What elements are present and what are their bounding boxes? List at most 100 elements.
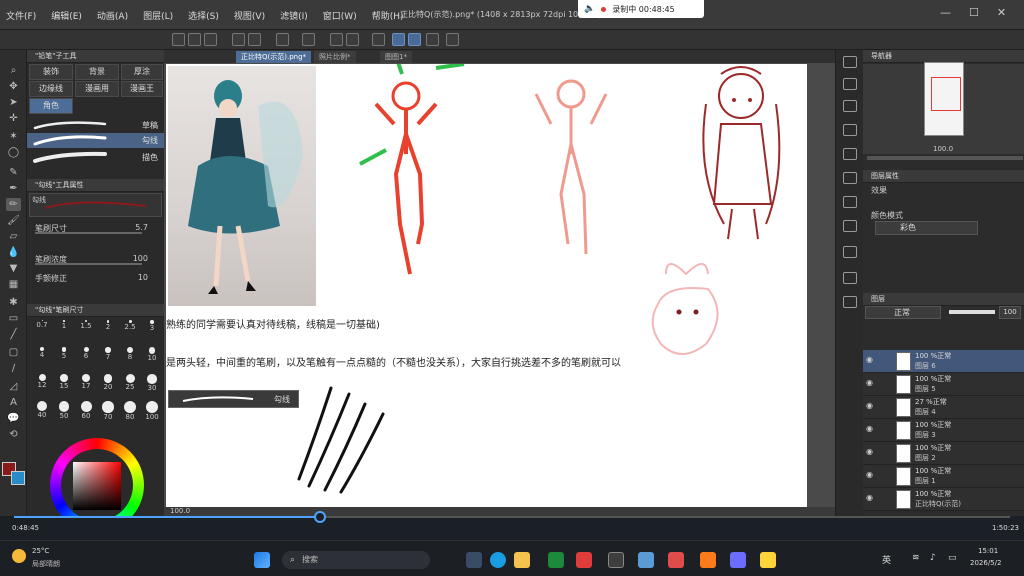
menu-edit[interactable]: 编辑(E) [51, 9, 82, 22]
special-ruler-icon[interactable] [408, 33, 421, 46]
menu-view[interactable]: 视图(V) [234, 9, 265, 22]
task-view-icon[interactable] [466, 552, 482, 568]
volume-icon[interactable]: ♪ [930, 553, 936, 563]
wifi-icon[interactable]: ≋ [912, 553, 920, 563]
frame-tool-icon[interactable]: ▢ [6, 346, 21, 359]
layer-row[interactable]: ◉ 100 %正常 正比特Q(示范) [863, 488, 1024, 511]
app-orange-icon[interactable] [700, 552, 716, 568]
brush-size-option[interactable]: 4 [31, 347, 53, 373]
brush-size-value[interactable]: 5.7 [135, 223, 148, 232]
navigator-thumbnail[interactable] [924, 62, 964, 136]
brush-size-slider[interactable] [35, 232, 142, 234]
lasso-tool-icon[interactable]: ◯ [6, 146, 21, 159]
color-saturation-square[interactable] [73, 462, 121, 510]
menu-file[interactable]: 文件(F) [6, 9, 36, 22]
ruler-tool-icon[interactable]: ╱ [6, 328, 21, 341]
open-icon[interactable] [188, 33, 201, 46]
history-panel-icon[interactable] [843, 172, 857, 184]
search-box[interactable]: 搜索 [282, 551, 430, 569]
undo-icon[interactable] [232, 33, 245, 46]
approx-color-icon[interactable] [843, 296, 857, 308]
pencil-tool-icon[interactable]: ✏ [6, 198, 21, 211]
battery-icon[interactable]: ▭ [948, 553, 957, 563]
layer-row[interactable]: ◉ 100 %正常 图层 6 [863, 350, 1024, 373]
ruler-snap-icon[interactable] [392, 33, 405, 46]
decoration-tool-icon[interactable]: ✱ [6, 296, 21, 309]
brush-size-option[interactable]: 40 [31, 401, 53, 427]
brush-item-draft[interactable]: 草稿 [27, 118, 164, 133]
menu-layer[interactable]: 图层(L) [143, 9, 173, 22]
eye-icon[interactable]: ◉ [866, 448, 875, 456]
eyedropper-icon[interactable]: ✎ [6, 166, 21, 179]
text-tool-icon[interactable]: A [6, 396, 21, 409]
sub-color-swatch[interactable] [11, 471, 25, 485]
video-progress-knob[interactable] [313, 511, 326, 523]
brush-size-option[interactable]: 6 [75, 347, 97, 373]
eye-icon[interactable]: ◉ [866, 471, 875, 479]
ime-indicator[interactable]: 英 [882, 553, 891, 566]
app-purple-icon[interactable] [730, 552, 746, 568]
subtool-group-manga-king[interactable]: 漫画王 [121, 81, 163, 97]
brush-size-option[interactable]: 70 [97, 401, 119, 427]
brush-density-value[interactable]: 100 [133, 254, 148, 263]
eye-icon[interactable]: ◉ [866, 425, 875, 433]
tab-photo-ratio[interactable]: 照片比例* [314, 51, 356, 63]
redo-icon[interactable] [248, 33, 261, 46]
layer-row[interactable]: ◉ 100 %正常 图层 5 [863, 373, 1024, 396]
subtool-group-impasto[interactable]: 厚涂 [121, 64, 163, 80]
brush-size-option[interactable]: 80 [119, 401, 141, 427]
item-bank-icon[interactable] [843, 246, 857, 258]
eraser-tool-icon[interactable]: ▱ [6, 230, 21, 243]
app-yellow-icon[interactable] [760, 552, 776, 568]
maximize-icon[interactable]: ☐ [969, 6, 979, 19]
figure-tool-icon[interactable]: ▭ [6, 312, 21, 325]
tab-image1[interactable]: 图图1* [380, 51, 412, 63]
clock-date[interactable]: 2026/5/2 [970, 559, 1001, 567]
invert-selection-icon[interactable] [346, 33, 359, 46]
start-icon[interactable] [254, 552, 270, 568]
brush-size-option[interactable]: 10 [141, 347, 163, 373]
eye-icon[interactable]: ◉ [866, 494, 875, 502]
brush-size-option[interactable]: 100 [141, 401, 163, 427]
curve-tool-icon[interactable]: ◿ [6, 380, 21, 393]
brush-size-row[interactable]: 笔刷尺寸 5.7 [29, 222, 164, 234]
menu-window[interactable]: 窗口(W) [323, 9, 357, 22]
subtool-group-character[interactable]: 角色 [29, 98, 73, 114]
gradient-tool-icon[interactable]: ▦ [6, 278, 21, 291]
layer-search-icon[interactable] [843, 124, 857, 136]
app-green-icon[interactable] [548, 552, 564, 568]
deselect-icon[interactable] [330, 33, 343, 46]
blend-tool-icon[interactable]: 💧 [6, 246, 21, 259]
brush-size-option[interactable]: 20 [97, 374, 119, 400]
zoom-value[interactable]: 100.0 [170, 507, 190, 515]
clock-time[interactable]: 15:01 [978, 547, 998, 555]
timeline-icon[interactable] [843, 220, 857, 232]
app-dark-icon[interactable] [608, 552, 624, 568]
brush-size-option[interactable]: 1 [53, 320, 75, 346]
brush-size-option[interactable]: 17 [75, 374, 97, 400]
menu-animation[interactable]: 动画(A) [97, 9, 128, 22]
brush-size-option[interactable]: 3 [141, 320, 163, 346]
brush-size-option[interactable]: 1.5 [75, 320, 97, 346]
brush-size-option[interactable]: 25 [119, 374, 141, 400]
brush-density-slider[interactable] [35, 263, 142, 265]
new-icon[interactable] [172, 33, 185, 46]
brush-size-option[interactable]: 5 [53, 347, 75, 373]
move-tool-icon[interactable]: ✥ [6, 80, 21, 93]
color-set-icon[interactable] [843, 272, 857, 284]
weather-icon[interactable] [12, 549, 26, 563]
wps-icon[interactable] [668, 552, 684, 568]
subtool-group-edge[interactable]: 边缘线 [29, 81, 73, 97]
brush-size-option[interactable]: 0.7 [31, 320, 53, 346]
recording-indicator[interactable]: 🔈 录制中 00:48:45 [578, 0, 704, 18]
grid-snap-icon[interactable] [426, 33, 439, 46]
subtool-group-background[interactable]: 背景 [75, 64, 119, 80]
save-icon[interactable] [204, 33, 217, 46]
layer-row[interactable]: ◉ 27 %正常 图层 4 [863, 396, 1024, 419]
navigator-zoom-slider[interactable] [867, 156, 1023, 160]
help-icon[interactable] [446, 33, 459, 46]
menu-select[interactable]: 选择(S) [188, 9, 219, 22]
fill-tool-icon[interactable]: ▼ [6, 262, 21, 275]
brush-item-lineart[interactable]: 勾线 [27, 133, 164, 148]
eye-icon[interactable]: ◉ [866, 379, 875, 387]
